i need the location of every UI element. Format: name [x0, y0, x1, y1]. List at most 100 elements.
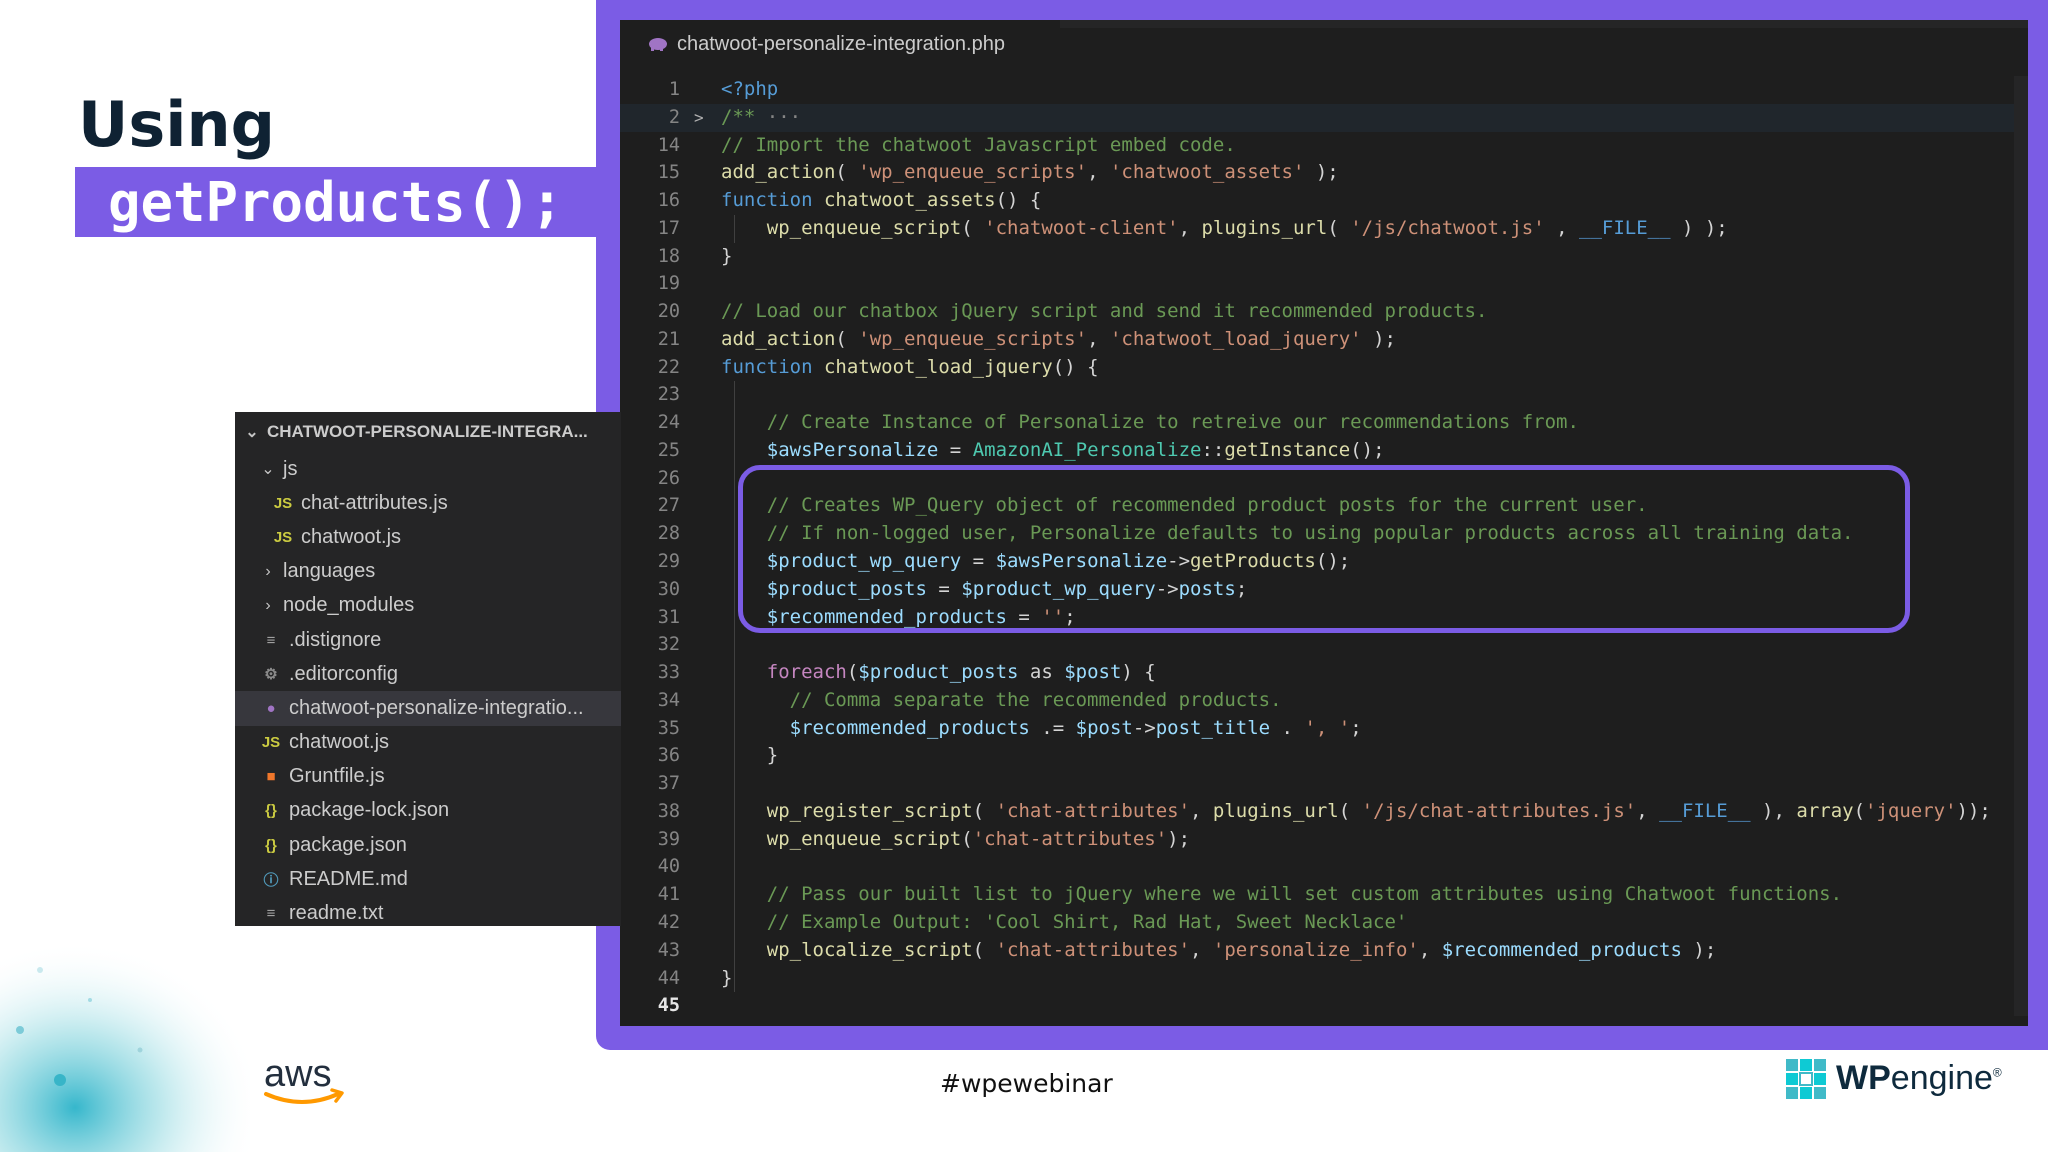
code-line[interactable]: 23: [620, 381, 2028, 409]
code-line[interactable]: 34 // Comma separate the recommended pro…: [620, 687, 2028, 715]
code-line[interactable]: 41 // Pass our built list to jQuery wher…: [620, 881, 2028, 909]
code-line[interactable]: 35 $recommended_products .= $post->post_…: [620, 715, 2028, 743]
line-number: 38: [657, 800, 680, 822]
line-number: 18: [657, 245, 680, 267]
line-number: 41: [657, 884, 680, 906]
explorer-folder[interactable]: › node_modules: [235, 589, 621, 623]
code-line[interactable]: 25 $awsPersonalize = AmazonAI_Personaliz…: [620, 437, 2028, 465]
line-number: 21: [657, 328, 680, 350]
code-text: function chatwoot_assets() {: [721, 189, 1042, 212]
code-line[interactable]: 18}: [620, 243, 2028, 271]
explorer-item-label: Gruntfile.js: [289, 765, 385, 788]
code-line[interactable]: 45: [620, 992, 2028, 1020]
editor-tab[interactable]: chatwoot-personalize-integration.php: [620, 20, 1060, 69]
code-line[interactable]: 17 wp_enqueue_script( 'chatwoot-client',…: [620, 215, 2028, 243]
code-text: // Create Instance of Personalize to ret…: [766, 411, 1579, 434]
code-title: getProducts();: [108, 171, 564, 234]
line-number: 35: [657, 717, 680, 739]
explorer-file[interactable]: JS chatwoot.js: [235, 520, 621, 554]
code-line[interactable]: 22 function chatwoot_load_jquery() {: [620, 354, 2028, 382]
fold-chevron-icon[interactable]: >: [694, 104, 704, 132]
code-line[interactable]: 1 <?php: [620, 76, 2028, 104]
line-number: 44: [657, 967, 680, 989]
code-text: // Comma separate the recommended produc…: [789, 688, 1282, 711]
lines-file-icon: ≡: [266, 631, 276, 649]
line-number: 33: [657, 662, 680, 684]
code-line[interactable]: 40: [620, 853, 2028, 881]
code-line[interactable]: 14 // Import the chatwoot Javascript embe…: [620, 132, 2028, 160]
explorer-item-label: chat-attributes.js: [301, 491, 448, 514]
explorer-root-folder[interactable]: ⌄ CHATWOOT-PERSONALIZE-INTEGRA...: [235, 412, 621, 452]
explorer-item-label: readme.txt: [289, 902, 384, 925]
explorer-file[interactable]: ● chatwoot-personalize-integratio...: [235, 691, 621, 726]
code-line[interactable]: 38 wp_register_script( 'chat-attributes'…: [620, 798, 2028, 826]
file-explorer[interactable]: ⌄ CHATWOOT-PERSONALIZE-INTEGRA... ⌄ js JS cha…: [235, 412, 621, 926]
line-number: 32: [657, 634, 680, 656]
explorer-file[interactable]: JS chatwoot.js: [235, 726, 621, 760]
code-line[interactable]: 36 }: [620, 742, 2028, 770]
code-text: add_action( 'wp_enqueue_scripts', 'chatw…: [721, 327, 1396, 350]
explorer-item-label: node_modules: [283, 594, 415, 617]
aws-logo-text: aws: [264, 1053, 332, 1095]
code-line[interactable]: 16 function chatwoot_assets() {: [620, 187, 2028, 215]
explorer-item-label: chatwoot.js: [289, 731, 390, 754]
explorer-item-label: chatwoot-personalize-integratio...: [289, 696, 584, 719]
code-line[interactable]: 20 // Load our chatbox jQuery script and …: [620, 298, 2028, 326]
explorer-file[interactable]: ⓘ README.md: [235, 862, 621, 896]
js-file-icon: JS: [273, 528, 293, 546]
code-line[interactable]: 42 // Example Output: 'Cool Shirt, Rad H…: [620, 909, 2028, 937]
explorer-item-label: .editorconfig: [289, 662, 398, 685]
code-text: function chatwoot_load_jquery() {: [721, 355, 1099, 378]
explorer-file[interactable]: {} package-lock.json: [235, 794, 621, 828]
line-number: 45: [657, 995, 680, 1017]
code-line[interactable]: 24 // Create Instance of Personalize to …: [620, 409, 2028, 437]
explorer-item-label: README.md: [289, 867, 408, 890]
code-line[interactable]: 15 add_action( 'wp_enqueue_scripts', 'cha…: [620, 159, 2028, 187]
code-text: foreach($product_posts as $post) {: [766, 661, 1156, 684]
explorer-file[interactable]: ≡ .distignore: [235, 623, 621, 657]
scrollbar[interactable]: [2014, 76, 2028, 1016]
tab-bar-background: [1060, 20, 2028, 28]
code-text: // Pass our built list to jQuery where w…: [766, 883, 1843, 906]
explorer-file[interactable]: ⚙ .editorconfig: [235, 657, 621, 691]
explorer-file[interactable]: ■ Gruntfile.js: [235, 760, 621, 794]
explorer-file[interactable]: {} package.json: [235, 828, 621, 862]
code-line[interactable]: 2 > /** ···: [620, 103, 2028, 132]
chevron-down-icon: ⌄: [245, 424, 259, 441]
explorer-folder[interactable]: › languages: [235, 555, 621, 589]
line-number: 40: [657, 856, 680, 878]
line-number: 31: [657, 606, 680, 628]
code-line[interactable]: 44}: [620, 965, 2028, 993]
indent-guide: [733, 381, 735, 993]
code-line[interactable]: 43 wp_localize_script( 'chat-attributes'…: [620, 937, 2028, 965]
line-number: 39: [657, 828, 680, 850]
line-number: 22: [657, 356, 680, 378]
slide-title: Using: [78, 88, 276, 161]
explorer-root-label: CHATWOOT-PERSONALIZE-INTEGRA...: [267, 422, 588, 441]
line-number: 36: [657, 745, 680, 767]
js-file-icon: JS: [273, 494, 293, 512]
code-line[interactable]: 33 foreach($product_posts as $post) {: [620, 659, 2028, 687]
code-highlight-box: [738, 465, 1910, 633]
js-file-icon: JS: [261, 734, 281, 752]
explorer-item-label: .distignore: [289, 628, 382, 651]
line-number: 25: [657, 439, 680, 461]
code-text: // Import the chatwoot Javascript embed …: [721, 133, 1236, 156]
code-line[interactable]: 37: [620, 770, 2028, 798]
tab-title: chatwoot-personalize-integration.php: [677, 33, 1005, 55]
explorer-folder[interactable]: ⌄ js: [235, 452, 621, 486]
line-number: 24: [657, 412, 680, 434]
code-line[interactable]: 39 wp_enqueue_script('chat-attributes');: [620, 826, 2028, 854]
explorer-item-label: chatwoot.js: [301, 525, 402, 548]
line-number: 15: [657, 162, 680, 184]
explorer-file[interactable]: ≡ readme.txt: [235, 896, 621, 930]
code-line[interactable]: 32: [620, 631, 2028, 659]
paint-splash-graphic: [0, 930, 250, 1152]
code-line[interactable]: 21 add_action( 'wp_enqueue_scripts', 'cha…: [620, 326, 2028, 354]
line-number: 29: [657, 551, 680, 573]
php-elephant-icon: [649, 38, 667, 51]
line-number: 17: [657, 217, 680, 239]
code-text: // Load our chatbox jQuery script and se…: [721, 300, 1488, 323]
code-line[interactable]: 19: [620, 270, 2028, 298]
explorer-file[interactable]: JS chat-attributes.js: [235, 486, 621, 520]
